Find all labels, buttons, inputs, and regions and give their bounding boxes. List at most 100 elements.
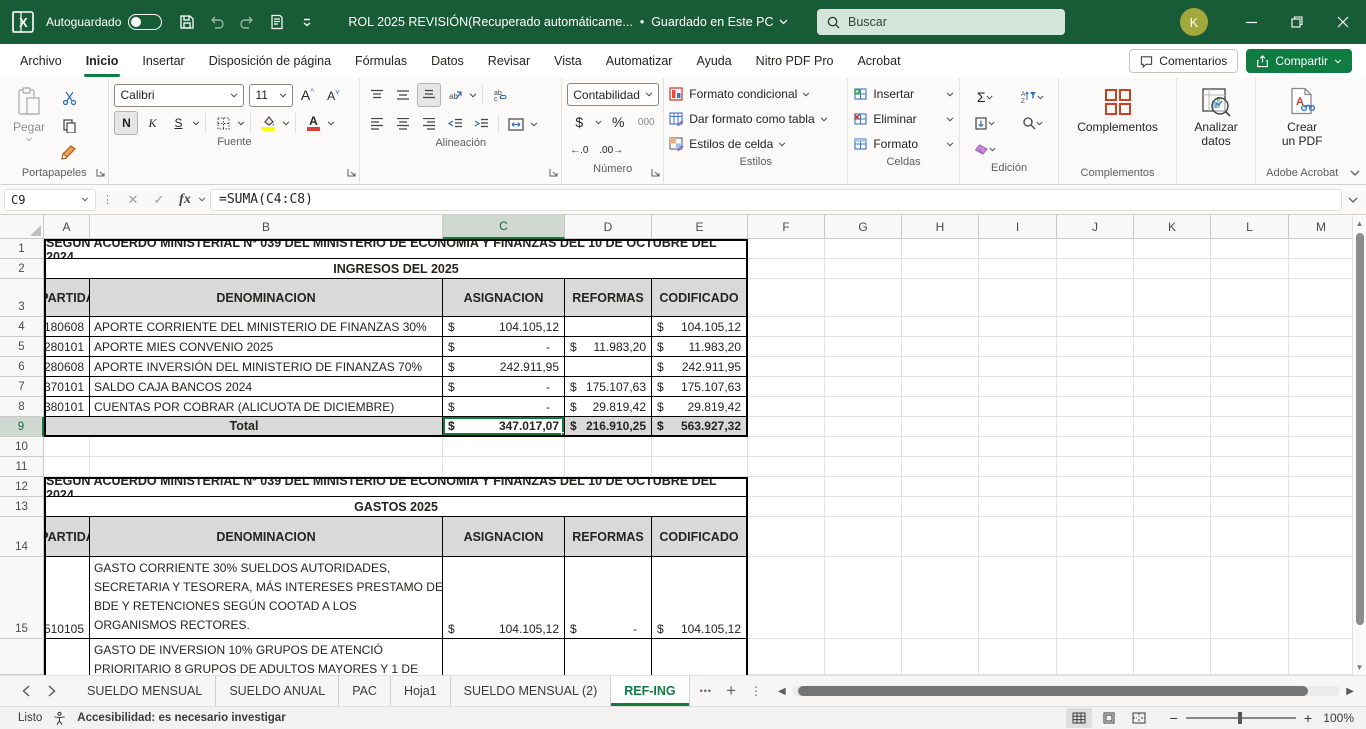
cell-D3[interactable]: REFORMAS (565, 279, 652, 317)
cell-J2[interactable] (1057, 259, 1134, 279)
increase-indent-button[interactable] (469, 112, 493, 136)
orientation-button[interactable]: ab (443, 83, 467, 107)
cell-E8[interactable]: $29.819,42 (652, 397, 748, 417)
cell-K9[interactable] (1134, 417, 1211, 437)
cell-M[interactable] (1289, 639, 1354, 675)
cell-H2[interactable] (902, 259, 979, 279)
fill-color-button[interactable] (256, 111, 280, 135)
cell-F7[interactable] (748, 377, 825, 397)
ribbon-tab-datos[interactable]: Datos (419, 44, 476, 78)
cell-M9[interactable] (1289, 417, 1354, 437)
sheet-tab-pac[interactable]: PAC (339, 676, 391, 706)
decrease-font-button[interactable]: A˅ (321, 83, 345, 107)
name-box[interactable]: C9 (4, 189, 96, 211)
cell-B8[interactable]: CUENTAS POR COBRAR (ALICUOTA DE DICIEMBR… (90, 397, 443, 417)
row-header-15[interactable]: 15 (0, 557, 44, 639)
cell-I2[interactable] (979, 259, 1057, 279)
row-header-4[interactable]: 4 (0, 317, 44, 337)
cell-G12[interactable] (825, 477, 902, 497)
cell-H[interactable] (902, 639, 979, 675)
fill-button[interactable] (965, 111, 1005, 135)
cell-I9[interactable] (979, 417, 1057, 437)
qat-customize-chevron-icon[interactable] (292, 7, 322, 37)
cell-L9[interactable] (1211, 417, 1289, 437)
cell-G7[interactable] (825, 377, 902, 397)
cell-H3[interactable] (902, 279, 979, 317)
select-all-corner[interactable] (0, 215, 44, 239)
excel-logo-icon[interactable]: X (0, 11, 46, 33)
cell-B10[interactable] (90, 437, 443, 457)
redo-button[interactable] (232, 7, 262, 37)
cell-J3[interactable] (1057, 279, 1134, 317)
cell-E7[interactable]: $175.107,63 (652, 377, 748, 397)
expand-formula-bar-icon[interactable] (1348, 197, 1358, 203)
cell-E6[interactable]: $242.911,95 (652, 357, 748, 377)
cell-F9[interactable] (748, 417, 825, 437)
zoom-out-button[interactable]: − (1170, 710, 1178, 726)
align-center-button[interactable] (391, 112, 415, 136)
total-label-cell[interactable]: Total (44, 417, 443, 437)
close-button[interactable] (1320, 0, 1366, 44)
cell-I6[interactable] (979, 357, 1057, 377)
cell-B7[interactable]: SALDO CAJA BANCOS 2024 (90, 377, 443, 397)
cell-C[interactable] (443, 639, 565, 675)
row-header-1[interactable]: 1 (0, 239, 44, 259)
cell-C4[interactable]: $104.105,12 (443, 317, 565, 337)
cell-E4[interactable]: $104.105,12 (652, 317, 748, 337)
cell-L1[interactable] (1211, 239, 1289, 259)
column-header-H[interactable]: H (902, 215, 979, 239)
new-sheet-button[interactable]: + (726, 681, 736, 701)
cell-F2[interactable] (748, 259, 825, 279)
cell-A6[interactable]: 280608 (44, 357, 90, 377)
cell-G10[interactable] (825, 437, 902, 457)
restore-button[interactable] (1274, 0, 1320, 44)
align-right-button[interactable] (417, 112, 441, 136)
cell-F14[interactable] (748, 517, 825, 557)
normal-view-button[interactable] (1066, 708, 1092, 728)
cell-J15[interactable] (1057, 557, 1134, 639)
column-header-M[interactable]: M (1289, 215, 1354, 239)
zoom-slider[interactable] (1186, 717, 1296, 719)
row-header-partial[interactable] (0, 639, 44, 675)
cell-H10[interactable] (902, 437, 979, 457)
cell-G15[interactable] (825, 557, 902, 639)
cell-C14[interactable]: ASIGNACION (443, 517, 565, 557)
decrease-indent-button[interactable] (443, 112, 467, 136)
merged-title-cell-1[interactable]: SEGÚN ACUERDO MINISTERIAL Nº 039 DEL MIN… (44, 239, 748, 259)
cell-M6[interactable] (1289, 357, 1354, 377)
analyze-data-button[interactable]: Analizardatos (1186, 83, 1245, 152)
cell-styles-button[interactable]: Estilos de celda (669, 133, 842, 155)
ribbon-tab-archivo[interactable]: Archivo (8, 44, 74, 78)
cell-I1[interactable] (979, 239, 1057, 259)
cell-K15[interactable] (1134, 557, 1211, 639)
cell-H1[interactable] (902, 239, 979, 259)
format-cells-button[interactable]: Formato (853, 133, 953, 155)
percent-style-button[interactable]: % (606, 110, 630, 134)
row-header-9[interactable]: 9 (0, 417, 44, 437)
copy-button[interactable] (57, 113, 81, 137)
cell-H5[interactable] (902, 337, 979, 357)
cell-E5[interactable]: $11.983,20 (652, 337, 748, 357)
cell-B6[interactable]: APORTE INVERSIÓN DEL MINISTERIO DE FINAN… (90, 357, 443, 377)
next-sheet-button[interactable] (48, 685, 56, 697)
cell-M12[interactable] (1289, 477, 1354, 497)
cell-F6[interactable] (748, 357, 825, 377)
sheet-tab-sueldo-anual[interactable]: SUELDO ANUAL (216, 676, 339, 706)
cell-L3[interactable] (1211, 279, 1289, 317)
cell-B[interactable]: GASTO DE INVERSION 10% GRUPOS DE ATENCIÓ… (90, 639, 443, 675)
cell-I7[interactable] (979, 377, 1057, 397)
cell-M3[interactable] (1289, 279, 1354, 317)
cell-A[interactable] (44, 639, 90, 675)
cell-I[interactable] (979, 639, 1057, 675)
column-header-A[interactable]: A (44, 215, 90, 239)
cell-B14[interactable]: DENOMINACION (90, 517, 443, 557)
cell-I11[interactable] (979, 457, 1057, 477)
cell-B11[interactable] (90, 457, 443, 477)
cell-I10[interactable] (979, 437, 1057, 457)
clear-button[interactable] (965, 137, 1005, 161)
column-header-I[interactable]: I (979, 215, 1057, 239)
cell-L5[interactable] (1211, 337, 1289, 357)
bold-button[interactable]: N (114, 111, 138, 135)
cell-J7[interactable] (1057, 377, 1134, 397)
cell-B4[interactable]: APORTE CORRIENTE DEL MINISTERIO DE FINAN… (90, 317, 443, 337)
